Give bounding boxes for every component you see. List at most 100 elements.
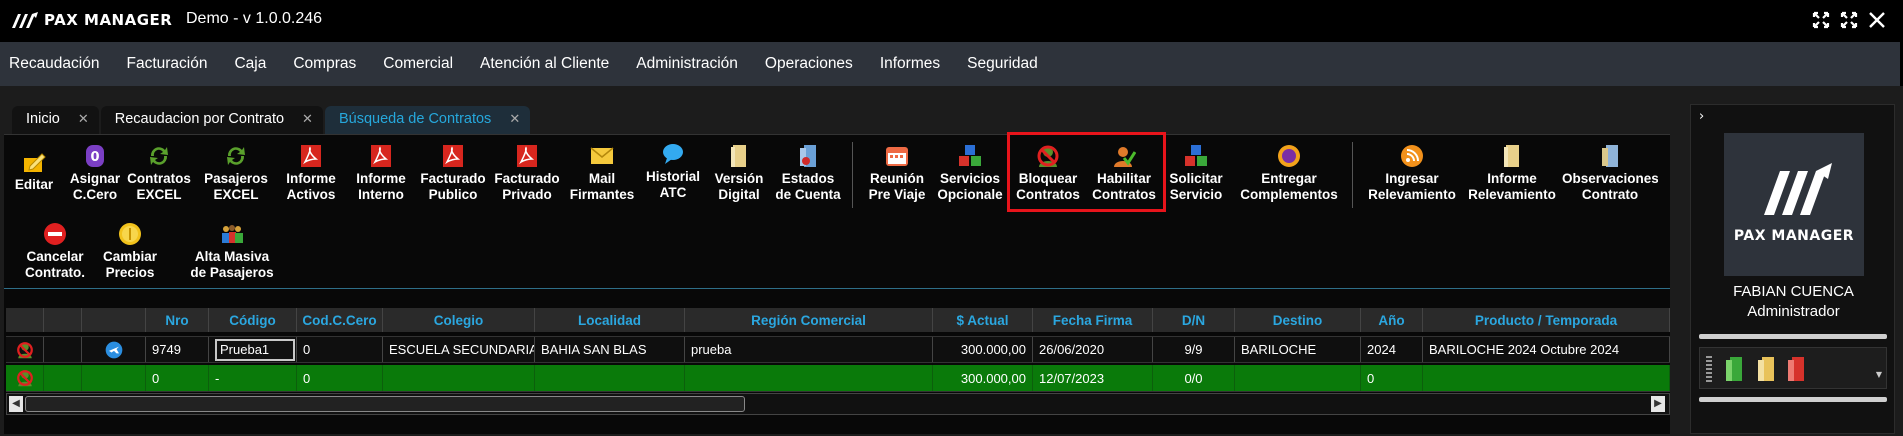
editar-button[interactable]: Editar	[12, 150, 56, 193]
tool-label: Estados	[781, 171, 835, 186]
cancelar-contrato-button[interactable]: Cancelar Contrato.	[18, 222, 92, 281]
solicitar-servicio-button[interactable]: Solicitar Servicio	[1164, 144, 1228, 203]
reunion-previaje-button[interactable]: Reunión Pre Viaje	[862, 144, 932, 203]
tab-inicio[interactable]: Inicio ✕	[12, 106, 99, 134]
header-destino[interactable]: Destino	[1235, 308, 1361, 332]
menu-caja[interactable]: Caja	[234, 55, 266, 73]
tab-close-icon[interactable]: ✕	[302, 111, 313, 134]
estados-cuenta-button[interactable]: Estados de Cuenta	[772, 144, 844, 203]
asignar-ccero-button[interactable]: 0 Asignar C.Cero	[68, 144, 122, 203]
historial-atc-button[interactable]: Historial ATC	[642, 142, 704, 201]
horizontal-scrollbar[interactable]: ◀ ▶	[6, 393, 1670, 415]
menu-comercial[interactable]: Comercial	[383, 55, 453, 73]
facturado-publico-button[interactable]: Facturado Publico	[418, 144, 488, 203]
toolbar-divider	[4, 288, 1670, 289]
tool-label: C.Cero	[72, 187, 118, 202]
table-row[interactable]: 0 - 0 300.000,00 12/07/2023 0/0 0	[6, 365, 1670, 392]
refresh-green-icon	[150, 147, 168, 165]
mail-firmantes-button[interactable]: Mail Firmantes	[566, 144, 638, 203]
tab-close-icon[interactable]: ✕	[78, 111, 89, 134]
quick-docs-dropdown[interactable]: ▼	[1699, 347, 1887, 389]
tab-label: Inicio	[26, 111, 60, 127]
ingresar-relevamiento-button[interactable]: Ingresar Relevamiento	[1362, 144, 1462, 203]
header-anio[interactable]: Año	[1361, 308, 1423, 332]
cell-nro: 0	[146, 365, 209, 391]
cell-region	[685, 365, 933, 391]
close-icon[interactable]	[1867, 10, 1887, 30]
menu-atencion-cliente[interactable]: Atención al Cliente	[480, 55, 609, 73]
servicios-opcionales-button[interactable]: Servicios Opcionale	[936, 144, 1004, 203]
version-digital-button[interactable]: Versión Digital	[710, 144, 768, 203]
tab-busqueda-contratos[interactable]: Búsqueda de Contratos ✕	[324, 106, 531, 134]
cambiar-precios-button[interactable]: Cambiar Precios	[96, 222, 164, 281]
alta-masiva-pasajeros-button[interactable]: Alta Masiva de Pasajeros	[178, 222, 286, 281]
table-row[interactable]: 9749 Prueba1 0 ESCUELA SECUNDARIA I BAHI…	[6, 336, 1670, 363]
header-actual[interactable]: $ Actual	[933, 308, 1033, 332]
header-dn[interactable]: D/N	[1153, 308, 1235, 332]
tool-label: Ingresar	[1385, 171, 1439, 186]
scroll-left-icon[interactable]: ◀	[9, 396, 23, 412]
tool-label: Solicitar	[1169, 171, 1223, 186]
cell-codigo[interactable]: Prueba1	[209, 337, 297, 362]
contratos-excel-button[interactable]: Contratos EXCEL	[126, 144, 192, 203]
informe-interno-button[interactable]: Informe Interno	[350, 144, 412, 203]
entregar-complementos-button[interactable]: Entregar Complementos	[1234, 144, 1344, 203]
codigo-input[interactable]: Prueba1	[215, 338, 295, 361]
header-nro[interactable]: Nro	[146, 308, 209, 332]
block-user-icon[interactable]	[16, 369, 34, 387]
red-document-icon[interactable]	[1788, 357, 1806, 381]
header-fecha-firma[interactable]: Fecha Firma	[1033, 308, 1153, 332]
green-document-icon[interactable]	[1726, 357, 1744, 381]
chevron-down-icon[interactable]: ▼	[1876, 370, 1882, 379]
tab-close-icon[interactable]: ✕	[509, 111, 520, 134]
row-block-cell[interactable]	[6, 337, 44, 362]
observaciones-contrato-button[interactable]: Observaciones Contrato	[1562, 144, 1658, 203]
drag-grip-icon[interactable]	[1706, 356, 1712, 382]
header-producto-temporada[interactable]: Producto / Temporada	[1423, 308, 1670, 332]
header-colegio[interactable]: Colegio	[383, 308, 535, 332]
pasajeros-excel-button[interactable]: Pasajeros EXCEL	[200, 144, 272, 203]
tool-label: Reunión	[870, 171, 924, 186]
header-region-comercial[interactable]: Región Comercial	[685, 308, 933, 332]
tool-label: Informe	[356, 171, 406, 186]
restore-icon[interactable]	[1811, 10, 1831, 30]
main-menu: Recaudación Facturación Caja Compras Com…	[0, 42, 1900, 86]
maximize-icon[interactable]	[1839, 10, 1859, 30]
block-user-icon[interactable]	[16, 341, 34, 359]
tool-label: Relevamiento	[1468, 187, 1556, 202]
scroll-right-icon[interactable]: ▶	[1651, 396, 1665, 412]
airplane-icon[interactable]	[104, 340, 124, 360]
document-icon	[731, 145, 746, 167]
menu-operaciones[interactable]: Operaciones	[765, 55, 853, 73]
scroll-thumb[interactable]	[25, 396, 745, 412]
header-codigo[interactable]: Código	[209, 308, 297, 332]
cell-fecha: 26/06/2020	[1033, 337, 1153, 362]
row-block-cell[interactable]	[6, 365, 44, 391]
menu-recaudacion[interactable]: Recaudación	[9, 55, 99, 73]
cell-producto: BARILOCHE 2024 Octubre 2024	[1423, 337, 1670, 362]
header-localidad[interactable]: Localidad	[535, 308, 685, 332]
tool-label: Contrato.	[25, 265, 85, 280]
menu-administracion[interactable]: Administración	[636, 55, 738, 73]
menu-informes[interactable]: Informes	[880, 55, 940, 73]
facturado-privado-button[interactable]: Facturado Privado	[492, 144, 562, 203]
tab-recaudacion-contrato[interactable]: Recaudacion por Contrato ✕	[100, 106, 323, 134]
tool-label: Cambiar	[102, 249, 158, 264]
grid-header: Nro Código Cod.C.Cero Colegio Localidad …	[6, 308, 1670, 332]
informe-activos-button[interactable]: Informe Activos	[280, 144, 342, 203]
row-plane-cell[interactable]	[82, 337, 146, 362]
header-cod-ccero[interactable]: Cod.C.Cero	[297, 308, 383, 332]
panel-divider	[1699, 397, 1887, 402]
gift-badge-icon	[1278, 145, 1300, 167]
menu-facturacion[interactable]: Facturación	[126, 55, 207, 73]
tool-label: Interno	[358, 187, 404, 202]
informe-relevamiento-button[interactable]: Informe Relevamiento	[1462, 144, 1562, 203]
chevron-right-icon[interactable]: ›	[1699, 109, 1704, 124]
menu-compras[interactable]: Compras	[293, 55, 356, 73]
menu-seguridad[interactable]: Seguridad	[967, 55, 1038, 73]
header-blank	[44, 308, 82, 332]
pax-logo-icon	[12, 12, 38, 28]
yellow-document-icon[interactable]	[1758, 357, 1776, 381]
tool-label: Pasajeros	[204, 171, 268, 186]
cell-dn: 9/9	[1153, 337, 1235, 362]
